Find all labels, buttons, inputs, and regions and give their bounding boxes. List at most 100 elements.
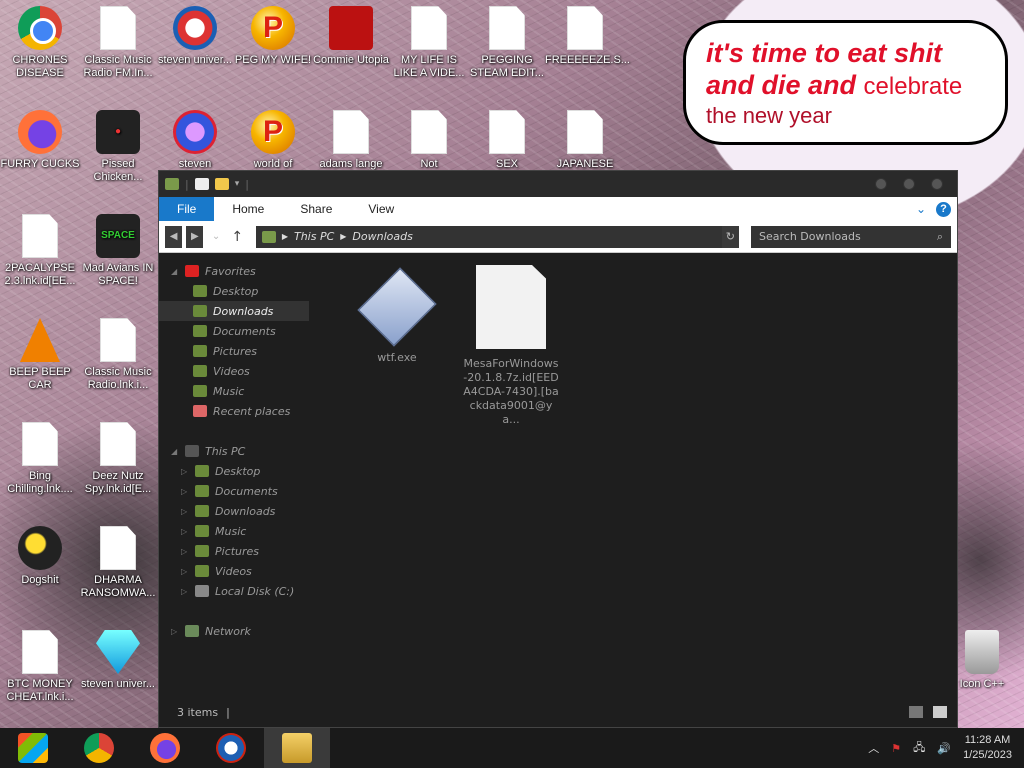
chevron-down-icon[interactable]: ▾ [235,179,240,189]
clock[interactable]: 11:28 AM 1/25/2023 [963,733,1012,763]
search-input[interactable]: Search Downloads ⌕ [751,225,952,248]
document-icon [22,422,58,466]
desktop-icon-label: steven univer... [81,678,155,690]
nav-favorites[interactable]: ◢ Favorites [159,261,309,281]
breadcrumb-this-pc[interactable]: This PC [294,230,334,243]
desktop-icon[interactable]: adams lange [311,104,391,170]
nav-pc-downloads[interactable]: ▷ Downloads [159,501,309,521]
forward-button[interactable]: ▶ [186,225,204,248]
expand-arrow-icon[interactable]: ▷ [171,627,179,636]
collapse-arrow-icon[interactable]: ◢ [171,447,179,456]
tab-file[interactable]: File [159,197,215,221]
desktop-icon[interactable]: SEX [467,104,547,170]
desktop-icon[interactable]: BEEP BEEP CAR [0,312,80,392]
action-center-flag-icon[interactable]: ⚑ [891,742,901,755]
desktop-icon[interactable]: MY LIFE IS LIKE A VIDE... [389,0,469,80]
desktop-icon[interactable]: SPACE Mad Avians IN SPACE! [78,208,158,288]
document-icon [489,6,525,50]
desktop-icon[interactable]: FURRY CUCKS [0,104,80,171]
volume-icon[interactable]: 🔊 [937,742,951,755]
large-icons-view-icon[interactable] [933,706,947,718]
tab-share[interactable]: Share [282,202,350,216]
desktop-icon[interactable]: steven univer... [155,0,235,67]
properties-icon[interactable] [194,178,209,190]
expand-arrow-icon[interactable]: ▷ [181,467,189,476]
nav-pc-music[interactable]: ▷ Music [159,521,309,541]
taskbar-file-explorer[interactable] [264,728,330,768]
recent-locations-icon[interactable]: ⌄ [207,226,224,248]
nav-item-desktop[interactable]: Desktop [159,281,309,301]
collapse-arrow-icon[interactable]: ◢ [171,267,179,276]
desktop-icon[interactable]: Classic Music Radio FM.In... [78,0,158,80]
desktop-icon[interactable]: JAPANESE [545,104,625,170]
desktop-icon[interactable]: Not [389,104,469,170]
expand-arrow-icon[interactable]: ▷ [181,567,189,576]
tab-view[interactable]: View [350,202,412,216]
status-bar: 3 items | [159,697,957,727]
desktop-icon[interactable]: Bing Chilling.lnk.... [0,416,80,496]
nav-item-videos[interactable]: Videos [159,361,309,381]
nav-item-recent-places[interactable]: Recent places [159,401,309,421]
desktop-icon[interactable]: Dogshit [0,520,80,587]
desktop-icon[interactable]: Classic Music Radio.lnk.i... [78,312,158,392]
expand-arrow-icon[interactable]: ▷ [181,487,189,496]
show-hidden-icons-icon[interactable]: ︿ [868,740,879,756]
network-icon[interactable]: 🖧 [913,739,925,758]
desktop-icon[interactable]: DHARMA RANSOMWA... [78,520,158,600]
file-item[interactable]: wtf.exe [349,265,445,365]
expand-ribbon-icon[interactable]: ⌄ [916,202,926,216]
desktop-icon[interactable]: steven [155,104,235,170]
nav-pc-local-disk[interactable]: ▷ Local Disk (C:) [159,581,309,601]
navigation-pane: ◢ Favorites Desktop Downloads Documents P… [159,253,309,697]
desktop-icon[interactable]: Pworld of [233,104,313,170]
taskbar-firefox[interactable] [132,728,198,768]
expand-arrow-icon[interactable]: ▷ [181,547,189,556]
nav-item-downloads[interactable]: Downloads [159,301,309,321]
file-item[interactable]: MesaForWindows-20.1.8.7z.id[EEDA4CDA-743… [463,265,559,427]
nav-item-pictures[interactable]: Pictures [159,341,309,361]
title-bar[interactable]: | ▾ | [159,171,957,197]
help-icon[interactable]: ? [936,201,951,217]
nav-network[interactable]: ▷ Network [159,621,309,641]
minimize-button[interactable] [875,178,887,190]
up-arrow-icon[interactable]: ↑ [229,226,246,248]
back-button[interactable]: ◀ [165,225,183,248]
desktop-icon[interactable]: Deez Nutz Spy.lnk.id[E... [78,416,158,496]
expand-arrow-icon[interactable]: ▷ [181,527,189,536]
desktop-icon-label: Commie Utopia [313,54,389,66]
nav-item-documents[interactable]: Documents [159,321,309,341]
nav-this-pc[interactable]: ◢ This PC [159,441,309,461]
expand-arrow-icon[interactable]: ▷ [181,507,189,516]
tab-home[interactable]: Home [214,202,282,216]
start-button[interactable] [0,728,66,768]
desktop-icon[interactable]: FREEEEEZE.S... [545,0,630,67]
close-button[interactable] [931,178,943,190]
desktop-icon[interactable]: steven univer... [78,624,158,691]
expand-arrow-icon[interactable]: ▷ [181,587,189,596]
refresh-button[interactable]: ↻ [721,225,740,248]
file-name: MesaForWindows-20.1.8.7z.id[EEDA4CDA-743… [463,357,559,426]
search-icon[interactable]: ⌕ [937,230,943,244]
desktop-icon[interactable]: Commie Utopia [311,0,391,67]
nav-pc-desktop[interactable]: ▷ Desktop [159,461,309,481]
breadcrumb-downloads[interactable]: Downloads [352,230,412,243]
desktop-icon[interactable]: PEGGING STEAM EDIT... [467,0,547,80]
maximize-button[interactable] [903,178,915,190]
new-folder-icon[interactable] [214,178,229,190]
desktop-icon[interactable]: ● Pissed Chicken... [78,104,158,184]
nav-pc-documents[interactable]: ▷ Documents [159,481,309,501]
nav-pc-videos[interactable]: ▷ Videos [159,561,309,581]
taskbar-chrome[interactable] [66,728,132,768]
taskbar-obama-logo[interactable] [198,728,264,768]
nav-item-music[interactable]: Music [159,381,309,401]
desktop-icon-label: JAPANESE [556,158,614,170]
address-bar[interactable]: ▶ This PC ▶ Downloads [255,225,722,248]
desktop-icon-label: DHARMA RANSOMWA... [80,574,156,599]
nav-pc-pictures[interactable]: ▷ Pictures [159,541,309,561]
item-count: 3 items [177,705,219,719]
desktop-icon[interactable]: P PEG MY WIFE! [233,0,313,67]
desktop-icon[interactable]: CHRONES DISEASE [0,0,80,80]
desktop-icon[interactable]: BTC MONEY CHEAT.lnk.i... [0,624,80,704]
details-view-icon[interactable] [909,706,923,718]
desktop-icon[interactable]: 2PACALYPSE 2.3.lnk.id[EE... [0,208,80,288]
